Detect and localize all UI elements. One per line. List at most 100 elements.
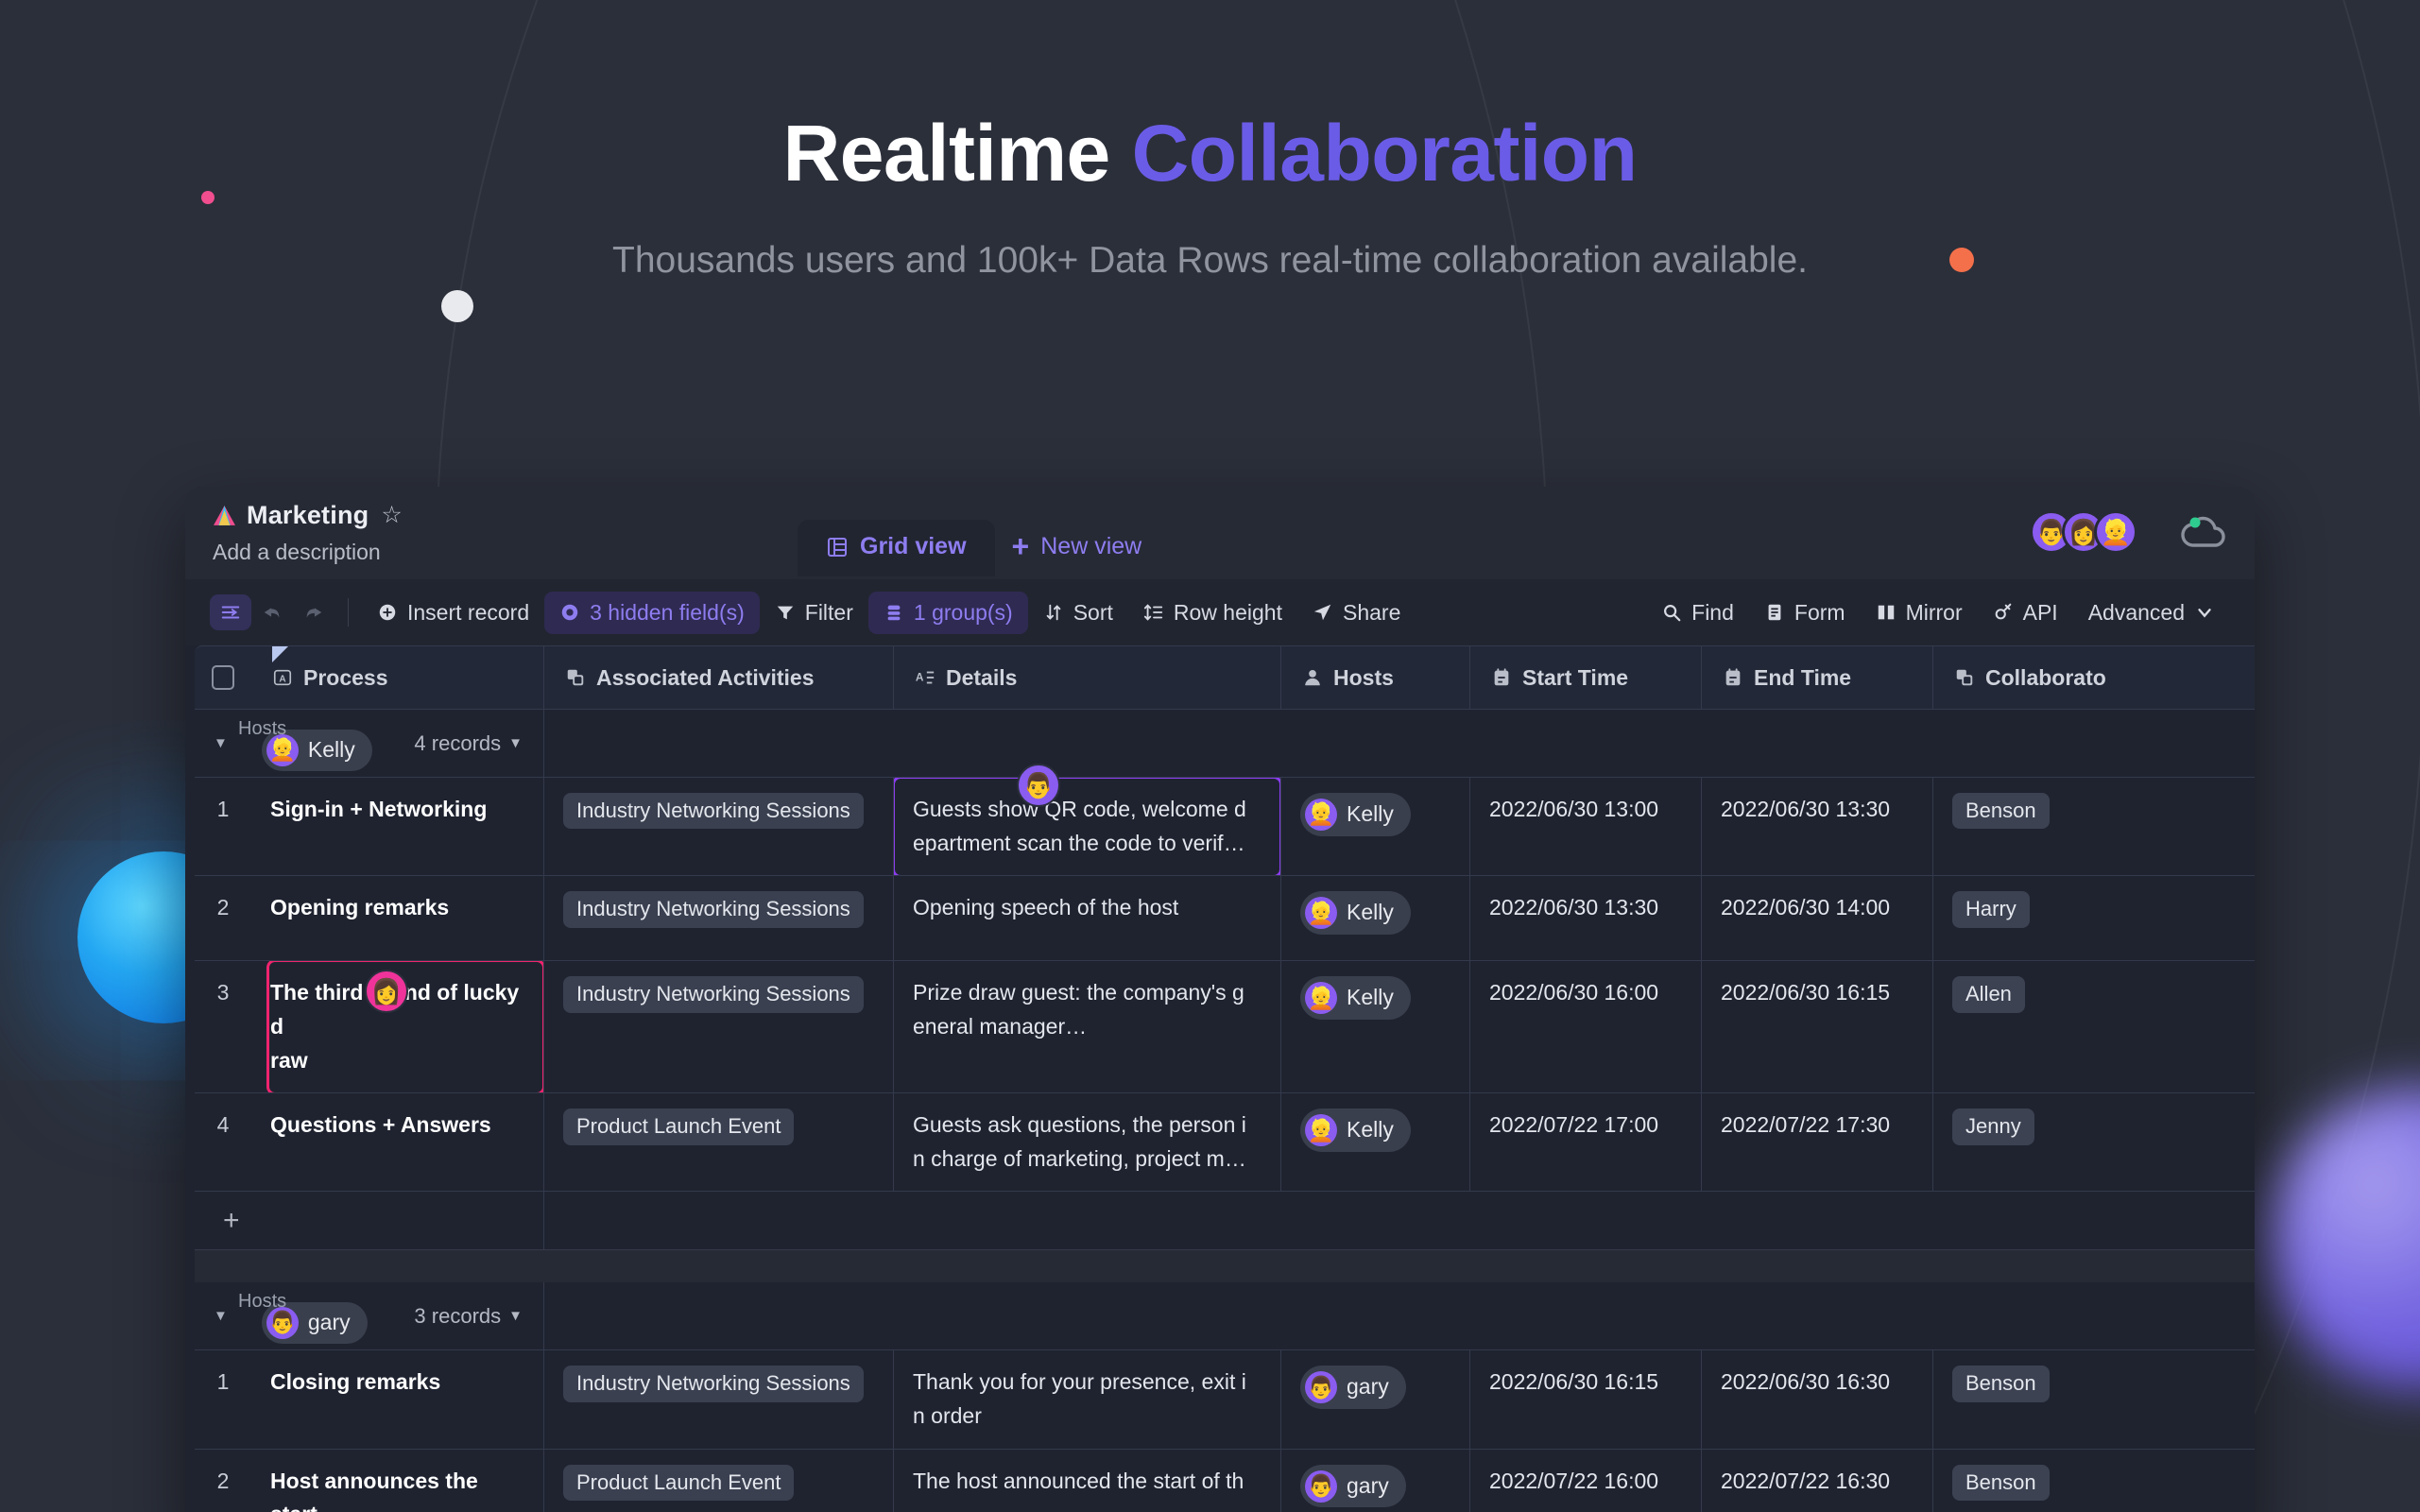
cell-collaborator[interactable]: Benson bbox=[1933, 778, 2160, 875]
page-title: Marketing bbox=[247, 501, 369, 529]
cell-details[interactable]: Thank you for your presence, exit i n or… bbox=[894, 1350, 1281, 1449]
group-header-kelly[interactable]: ▼ Hosts 👱 Kelly 4 records ▼ bbox=[195, 710, 2255, 778]
cloud-sync-icon[interactable] bbox=[2179, 513, 2228, 551]
table-row[interactable]: 2 Host announces the start Product Launc… bbox=[195, 1449, 2255, 1512]
insert-record-button[interactable]: Insert record bbox=[362, 592, 544, 634]
cell-collaborator[interactable]: Benson bbox=[1933, 1350, 2160, 1448]
column-header-start-time[interactable]: Start Time bbox=[1470, 646, 1702, 709]
cell-start-time[interactable]: 2022/06/30 13:00 bbox=[1470, 778, 1702, 876]
row-height-button[interactable]: Row height bbox=[1128, 592, 1297, 634]
table-row[interactable]: 2 Opening remarks Industry Networking Se… bbox=[195, 876, 2255, 962]
column-header-hosts[interactable]: Hosts bbox=[1281, 646, 1470, 709]
host-name: Kelly bbox=[1347, 985, 1394, 1010]
table-description[interactable]: Add a description bbox=[213, 540, 403, 565]
undo-icon[interactable] bbox=[251, 594, 293, 630]
column-header-collaborator[interactable]: Collaborato bbox=[1933, 646, 2160, 709]
cell-collaborator[interactable]: Benson bbox=[1933, 1450, 2160, 1512]
cell-start-time[interactable]: 2022/07/22 17:00 bbox=[1470, 1093, 1702, 1192]
host-pill: 👱 Kelly bbox=[1300, 976, 1411, 1020]
cell-end-time[interactable]: 2022/06/30 16:30 bbox=[1702, 1350, 1933, 1449]
cell-activities[interactable]: Industry Networking Sessions bbox=[544, 876, 894, 961]
filter-label: Filter bbox=[804, 599, 853, 625]
chevron-down-icon[interactable]: ▼ bbox=[214, 1308, 228, 1324]
row-number: 2 bbox=[216, 895, 230, 920]
chevron-down-icon[interactable]: ▼ bbox=[214, 735, 228, 751]
cell-end-time[interactable]: 2022/07/22 16:30 bbox=[1702, 1449, 1933, 1512]
group-record-count[interactable]: 3 records ▼ bbox=[414, 1304, 523, 1329]
table-row[interactable]: 3 The third round of lucky d raw Industr… bbox=[195, 961, 2255, 1094]
cell-activities[interactable]: Industry Networking Sessions bbox=[544, 778, 894, 876]
column-header-end-time[interactable]: End Time bbox=[1702, 646, 1933, 709]
find-button[interactable]: Find bbox=[1646, 592, 1749, 634]
table-row[interactable]: 1 Closing remarks Industry Networking Se… bbox=[195, 1350, 2255, 1450]
column-header-process[interactable]: A Process bbox=[251, 646, 544, 709]
sort-button[interactable]: Sort bbox=[1028, 592, 1128, 634]
cell-start-time[interactable]: 2022/06/30 16:00 bbox=[1470, 961, 1702, 1093]
cell-start-time[interactable]: 2022/06/30 13:30 bbox=[1470, 876, 1702, 961]
group-header-gary[interactable]: ▼ Hosts 👨 gary 3 records ▼ bbox=[195, 1282, 2255, 1351]
form-label: Form bbox=[1794, 599, 1845, 625]
insert-record-label: Insert record bbox=[407, 599, 530, 625]
cell-details[interactable]: Guests show QR code, welcome d epartment… bbox=[894, 778, 1281, 876]
text-field-icon: A bbox=[273, 669, 292, 686]
cell-details[interactable]: The host announced the start of th bbox=[894, 1449, 1281, 1512]
cell-activities[interactable]: Industry Networking Sessions bbox=[544, 1350, 894, 1449]
cell-process[interactable]: Opening remarks bbox=[251, 876, 544, 961]
cell-collaborator[interactable]: Harry bbox=[1933, 876, 2160, 960]
cell-hosts[interactable]: 👱 Kelly bbox=[1281, 876, 1470, 961]
hidden-fields-label: 3 hidden field(s) bbox=[590, 599, 745, 625]
add-record-plus-icon[interactable]: + bbox=[195, 1192, 544, 1250]
row-number: 1 bbox=[216, 1369, 230, 1395]
form-button[interactable]: Form bbox=[1749, 592, 1861, 634]
star-outline-icon[interactable]: ☆ bbox=[381, 504, 402, 527]
column-header-activities[interactable]: Associated Activities bbox=[544, 646, 894, 709]
sidebar-toggle-icon[interactable] bbox=[210, 594, 251, 630]
cell-collaborator[interactable]: Jenny bbox=[1933, 1093, 2160, 1191]
group-field-label: Hosts bbox=[238, 718, 287, 739]
cell-process[interactable]: Sign-in + Networking bbox=[251, 778, 544, 876]
share-button[interactable]: Share bbox=[1297, 592, 1416, 634]
cell-end-time[interactable]: 2022/07/22 17:30 bbox=[1702, 1093, 1933, 1192]
cell-activities[interactable]: Product Launch Event bbox=[544, 1093, 894, 1192]
cell-hosts[interactable]: 👱 Kelly bbox=[1281, 1093, 1470, 1192]
cell-process[interactable]: Host announces the start bbox=[251, 1449, 544, 1512]
tab-new-view[interactable]: + New view bbox=[995, 520, 1171, 576]
cell-activities[interactable]: Product Launch Event bbox=[544, 1449, 894, 1512]
cell-end-time[interactable]: 2022/06/30 14:00 bbox=[1702, 876, 1933, 961]
advanced-dropdown[interactable]: Advanced bbox=[2073, 592, 2230, 634]
add-record-row[interactable]: + bbox=[195, 1192, 2255, 1251]
mirror-button[interactable]: Mirror bbox=[1861, 592, 1978, 634]
group-button[interactable]: 1 group(s) bbox=[867, 591, 1028, 634]
cell-process[interactable]: Closing remarks bbox=[251, 1350, 544, 1449]
hidden-fields-button[interactable]: 3 hidden field(s) bbox=[544, 591, 760, 634]
api-button[interactable]: API bbox=[1978, 592, 2073, 634]
cell-hosts[interactable]: 👨 gary bbox=[1281, 1350, 1470, 1449]
cell-hosts[interactable]: 👨 gary bbox=[1281, 1449, 1470, 1512]
cell-collaborator[interactable]: Allen bbox=[1933, 961, 2160, 1092]
cell-details[interactable]: Opening speech of the host bbox=[894, 876, 1281, 961]
cell-hosts[interactable]: 👱 Kelly bbox=[1281, 961, 1470, 1093]
cell-activities[interactable]: Industry Networking Sessions bbox=[544, 961, 894, 1093]
select-all-checkbox[interactable] bbox=[195, 646, 251, 709]
presence-avatars[interactable]: 👨 👩 👱 bbox=[2030, 510, 2137, 554]
cell-start-time[interactable]: 2022/06/30 16:15 bbox=[1470, 1350, 1702, 1449]
redo-icon[interactable] bbox=[293, 594, 335, 630]
cell-hosts[interactable]: 👱 Kelly bbox=[1281, 778, 1470, 876]
cell-process[interactable]: Questions + Answers bbox=[251, 1093, 544, 1192]
tab-grid-view[interactable]: Grid view bbox=[798, 520, 995, 576]
table-row[interactable]: 4 Questions + Answers Product Launch Eve… bbox=[195, 1093, 2255, 1193]
cell-end-time[interactable]: 2022/06/30 16:15 bbox=[1702, 961, 1933, 1093]
cell-details[interactable]: Prize draw guest: the company's g eneral… bbox=[894, 961, 1281, 1093]
cell-start-time[interactable]: 2022/07/22 16:00 bbox=[1470, 1449, 1702, 1512]
filter-button[interactable]: Filter bbox=[760, 592, 868, 634]
collaborator-tag: Harry bbox=[1952, 891, 2030, 928]
group-record-count[interactable]: 4 records ▼ bbox=[414, 731, 523, 756]
cell-details[interactable]: Guests ask questions, the person i n cha… bbox=[894, 1093, 1281, 1192]
row-number: 4 bbox=[216, 1112, 230, 1138]
column-header-details[interactable]: A Details bbox=[894, 646, 1281, 709]
avatar-kelly[interactable]: 👱 bbox=[2094, 510, 2137, 554]
user-icon bbox=[1305, 670, 1320, 686]
column-header-start-time-label: Start Time bbox=[1522, 664, 1629, 690]
cell-end-time[interactable]: 2022/06/30 13:30 bbox=[1702, 778, 1933, 876]
table-row[interactable]: 1 Sign-in + Networking Industry Networki… bbox=[195, 778, 2255, 877]
